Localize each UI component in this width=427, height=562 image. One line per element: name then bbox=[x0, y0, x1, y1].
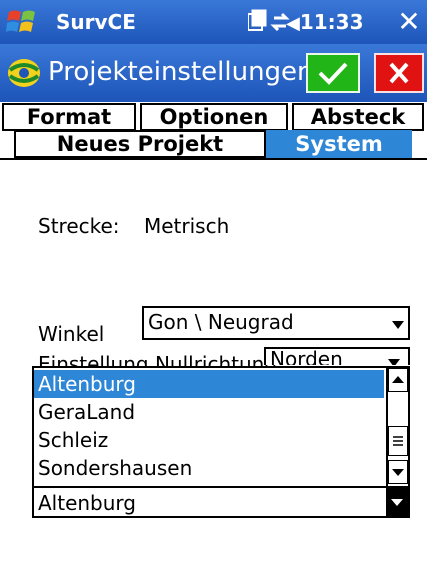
strecke-value: Metrisch bbox=[144, 214, 230, 238]
coordinate-system-dropdown[interactable]: Altenburg bbox=[32, 486, 410, 518]
ok-button[interactable] bbox=[306, 53, 360, 93]
grip-icon bbox=[393, 436, 403, 446]
dialog-title: Projekteinstellungen bbox=[48, 57, 314, 87]
time-text: 11:33 bbox=[299, 10, 364, 34]
tab-neues-projekt[interactable]: Neues Projekt bbox=[14, 130, 266, 158]
list-scrollbar[interactable] bbox=[386, 368, 408, 486]
strecke-label: Strecke: bbox=[38, 214, 120, 238]
list-item[interactable]: Schleiz bbox=[34, 426, 384, 454]
scroll-up-button[interactable] bbox=[388, 368, 408, 392]
dropdown-toggle-button[interactable] bbox=[386, 488, 408, 516]
clock[interactable]: ◀11:33 bbox=[286, 10, 364, 34]
dialog-header: Projekteinstellungen bbox=[0, 44, 427, 102]
status-bar: SurvCE ◀11:33 ✕ bbox=[0, 0, 427, 44]
app-title: SurvCE bbox=[56, 10, 136, 34]
coordinate-system-value: Altenburg bbox=[38, 491, 136, 515]
list-item[interactable]: Sondershausen bbox=[34, 454, 384, 482]
tab-optionen[interactable]: Optionen bbox=[140, 103, 288, 131]
scroll-down-button[interactable] bbox=[388, 460, 408, 484]
close-button[interactable]: ✕ bbox=[394, 6, 424, 38]
chevron-down-icon bbox=[391, 499, 403, 506]
chevron-down-icon bbox=[392, 469, 404, 476]
list-item[interactable]: Altenburg bbox=[34, 370, 384, 398]
sync-icon bbox=[270, 12, 290, 32]
coordinate-system-list[interactable]: Altenburg GeraLand Schleiz Sondershausen bbox=[32, 366, 410, 488]
cancel-button[interactable] bbox=[374, 53, 424, 93]
check-icon bbox=[318, 62, 348, 85]
windows-start-icon[interactable] bbox=[6, 6, 40, 38]
chevron-down-icon bbox=[392, 321, 404, 329]
volume-icon[interactable]: ◀ bbox=[286, 13, 300, 34]
connectivity-icon bbox=[248, 9, 267, 31]
scroll-thumb[interactable] bbox=[388, 426, 408, 456]
winkel-dropdown-value: Gon \ Neugrad bbox=[148, 310, 294, 334]
tab-absteck[interactable]: Absteck bbox=[292, 103, 424, 131]
tab-divider bbox=[0, 158, 427, 160]
tab-format[interactable]: Format bbox=[2, 103, 136, 131]
tab-system[interactable]: System bbox=[266, 130, 412, 158]
chevron-up-icon bbox=[392, 376, 404, 383]
winkel-label: Winkel bbox=[38, 322, 105, 346]
close-icon bbox=[389, 62, 409, 84]
list-item[interactable]: GeraLand bbox=[34, 398, 384, 426]
project-settings-icon bbox=[8, 59, 40, 87]
winkel-dropdown[interactable]: Gon \ Neugrad bbox=[142, 306, 410, 340]
